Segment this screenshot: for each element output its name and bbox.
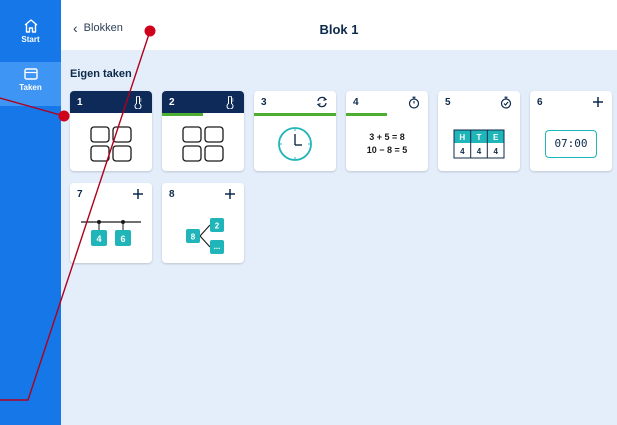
digital-clock-preview: 07:00 [530, 116, 612, 171]
four-boxes-icon [70, 116, 152, 171]
hte-value: 4 [460, 147, 465, 156]
number-line-preview: 4 6 [70, 208, 152, 263]
split-tree-preview: 8 2 ... [162, 208, 244, 263]
home-icon [24, 19, 37, 33]
thermometer-icon[interactable] [223, 95, 237, 109]
sidebar-item-taken[interactable]: Taken [0, 62, 61, 106]
digital-clock-time: 07:00 [545, 129, 597, 158]
clock-icon [254, 116, 336, 171]
plus-icon[interactable] [591, 95, 605, 109]
hte-value: 4 [493, 147, 498, 156]
task-card-8[interactable]: 8 8 2 ... [162, 183, 244, 263]
card-header: 3 [254, 91, 336, 113]
card-number: 3 [261, 96, 267, 108]
card-number: 4 [353, 96, 359, 108]
stopwatch-icon[interactable] [407, 95, 421, 109]
card-header: 5 [438, 91, 520, 113]
page-title: Blok 1 [319, 22, 359, 37]
tasks-icon [23, 68, 38, 80]
hte-header: E [493, 133, 499, 142]
task-card-2[interactable]: 2 [162, 91, 244, 171]
split-value: ... [214, 242, 221, 251]
sidebar: Start Taken [0, 0, 61, 425]
sums-preview: 3 + 5 = 8 10 − 8 = 5 [346, 116, 428, 171]
split-value: 8 [191, 232, 196, 241]
card-number: 6 [537, 96, 543, 108]
four-boxes-icon [162, 116, 244, 171]
card-header: 7 [70, 183, 152, 205]
card-number: 5 [445, 96, 451, 108]
card-number: 7 [77, 188, 83, 200]
task-card-6[interactable]: 6 07:00 [530, 91, 612, 171]
card-number: 1 [77, 96, 83, 108]
card-header: 8 [162, 183, 244, 205]
task-card-7[interactable]: 7 4 6 [70, 183, 152, 263]
header: ‹ Blokken Blok 1 [61, 8, 617, 51]
sidebar-item-start[interactable]: Start [0, 14, 61, 58]
sum-line: 10 − 8 = 5 [366, 144, 408, 155]
hte-value: 4 [477, 147, 482, 156]
plus-icon[interactable] [223, 187, 237, 201]
card-number: 8 [169, 188, 175, 200]
task-card-3[interactable]: 3 [254, 91, 336, 171]
hte-header: H [459, 133, 465, 142]
card-header: 2 [162, 91, 244, 113]
number-line-value: 4 [96, 234, 101, 244]
sum-line: 3 + 5 = 8 [369, 131, 405, 142]
plus-icon[interactable] [131, 187, 145, 201]
sidebar-item-label: Start [21, 35, 40, 44]
task-card-4[interactable]: 4 3 + 5 = 8 10 − 8 = 5 [346, 91, 428, 171]
card-number: 2 [169, 96, 175, 108]
hte-header: T [477, 133, 482, 142]
task-card-5[interactable]: 5 H T E 4 4 4 [438, 91, 520, 171]
card-header: 4 [346, 91, 428, 113]
card-header: 1 [70, 91, 152, 113]
hte-table: H T E 4 4 4 [438, 116, 520, 171]
refresh-icon[interactable] [315, 95, 329, 109]
split-value: 2 [215, 221, 220, 230]
main-content: Eigen taken 1 2 3 4 3 + 5 = 8 10 − 8 = 5… [61, 51, 617, 425]
number-line-value: 6 [120, 234, 125, 244]
thermometer-icon[interactable] [131, 95, 145, 109]
section-title: Eigen taken [70, 68, 132, 80]
card-header: 6 [530, 91, 612, 113]
sidebar-item-label: Taken [19, 83, 42, 92]
task-card-1[interactable]: 1 [70, 91, 152, 171]
stopwatch-check-icon[interactable] [499, 95, 513, 109]
